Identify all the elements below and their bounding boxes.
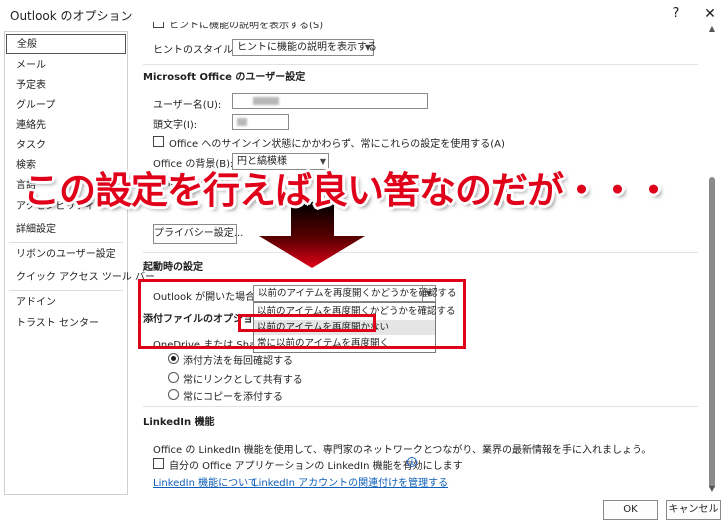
ok-button[interactable]: OK [603, 500, 658, 520]
annotation-option-highlight [238, 314, 376, 332]
annotation-overlay [259, 202, 365, 268]
cancel-button[interactable]: キャンセル [666, 500, 721, 520]
annotation-caption: この設定を行えば良い筈なのだが・・・ [23, 169, 672, 212]
